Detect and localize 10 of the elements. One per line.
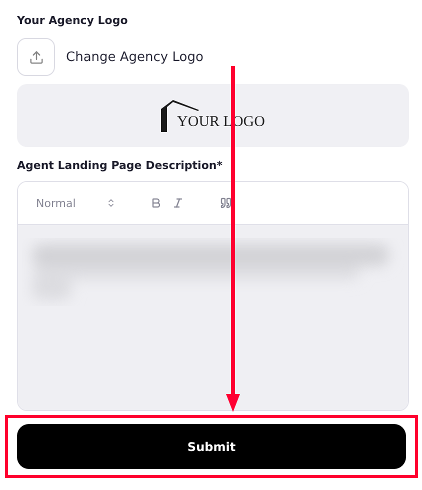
section-label: Agent Landing Page Description* (17, 158, 224, 174)
up-down-chevron-icon (106, 198, 116, 208)
change-logo-link[interactable]: Change Agency Logo (66, 50, 204, 64)
section-label: Your Agency Logo (17, 13, 129, 29)
submit-button[interactable]: Submit (17, 424, 406, 469)
italic-button[interactable] (172, 197, 184, 209)
quote-button[interactable] (220, 197, 232, 209)
bold-button[interactable] (150, 197, 162, 209)
upload-icon (28, 50, 44, 64)
upload-button[interactable] (17, 38, 55, 76)
